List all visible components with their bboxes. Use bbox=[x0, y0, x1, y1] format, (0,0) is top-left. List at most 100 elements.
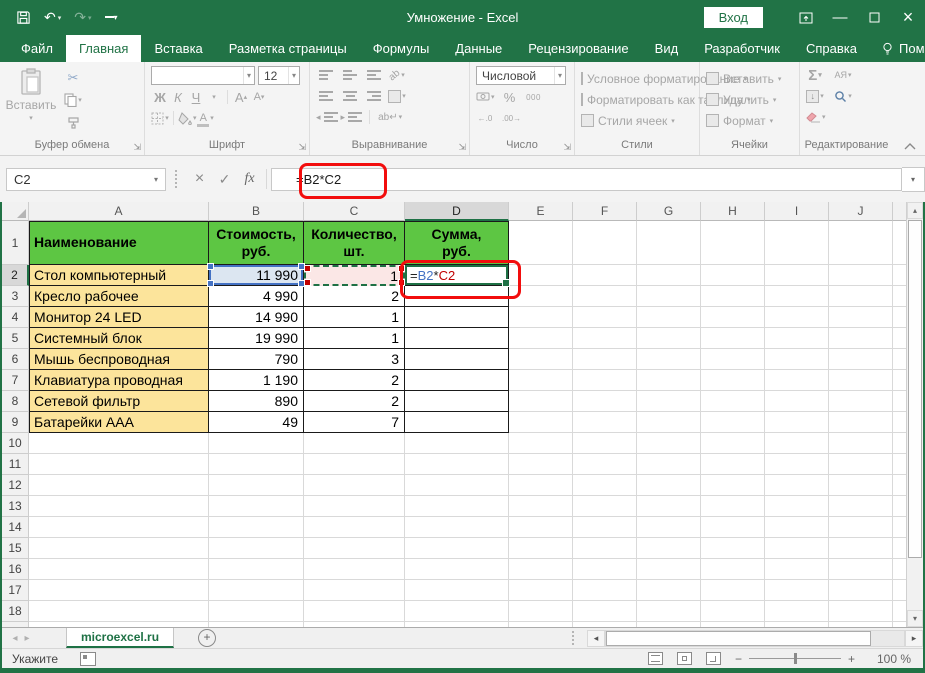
cell-D2[interactable]: =B2*C2 bbox=[405, 265, 509, 286]
cell-F4[interactable] bbox=[573, 307, 637, 328]
cell-I10[interactable] bbox=[765, 433, 829, 454]
fill-handle[interactable] bbox=[502, 279, 510, 287]
cell-G5[interactable] bbox=[637, 328, 701, 349]
cell-I18[interactable] bbox=[765, 601, 829, 622]
cancel-entry-button[interactable]: × bbox=[187, 168, 212, 191]
scroll-down-icon[interactable]: ▾ bbox=[907, 610, 923, 627]
cell-E2[interactable] bbox=[509, 265, 573, 286]
tell-me-button[interactable]: Помощн bbox=[870, 41, 925, 56]
cell-H17[interactable] bbox=[701, 580, 765, 601]
cell-E16[interactable] bbox=[509, 559, 573, 580]
cell-F15[interactable] bbox=[573, 538, 637, 559]
cell-F10[interactable] bbox=[573, 433, 637, 454]
cell-G18[interactable] bbox=[637, 601, 701, 622]
vertical-scroll-thumb[interactable] bbox=[908, 220, 922, 558]
row-header-17[interactable]: 17 bbox=[2, 580, 29, 601]
cell-J4[interactable] bbox=[829, 307, 893, 328]
cell-I17[interactable] bbox=[765, 580, 829, 601]
cell-E1[interactable] bbox=[509, 221, 573, 265]
font-name-combo[interactable]: ▾ bbox=[151, 66, 255, 85]
cell-E4[interactable] bbox=[509, 307, 573, 328]
cell-H14[interactable] bbox=[701, 517, 765, 538]
expand-formula-bar-icon[interactable]: ▾ bbox=[902, 167, 925, 192]
cell-I16[interactable] bbox=[765, 559, 829, 580]
cell-H5[interactable] bbox=[701, 328, 765, 349]
cell-I6[interactable] bbox=[765, 349, 829, 370]
column-header-D[interactable]: D bbox=[405, 202, 509, 221]
font-size-combo[interactable]: 12▾ bbox=[258, 66, 300, 85]
cell-J9[interactable] bbox=[829, 412, 893, 433]
cell-C11[interactable] bbox=[304, 454, 405, 475]
cell-E9[interactable] bbox=[509, 412, 573, 433]
comma-style-button[interactable]: 000 bbox=[525, 88, 543, 106]
cell-C4[interactable]: 1 bbox=[304, 307, 405, 328]
row-header-19[interactable]: 19 bbox=[2, 622, 29, 627]
copy-icon[interactable]: ▾ bbox=[64, 91, 82, 109]
cell-B10[interactable] bbox=[209, 433, 304, 454]
cell-D17[interactable] bbox=[405, 580, 509, 601]
row-header-5[interactable]: 5 bbox=[2, 328, 29, 349]
cell-E13[interactable] bbox=[509, 496, 573, 517]
cell-B15[interactable] bbox=[209, 538, 304, 559]
percent-style-button[interactable]: % bbox=[501, 88, 519, 106]
cell-G17[interactable] bbox=[637, 580, 701, 601]
cell-F7[interactable] bbox=[573, 370, 637, 391]
cell-D5[interactable] bbox=[405, 328, 509, 349]
cell-D8[interactable] bbox=[405, 391, 509, 412]
font-dialog-launcher[interactable]: ⇲ bbox=[298, 142, 306, 153]
cell-F9[interactable] bbox=[573, 412, 637, 433]
minimize-button[interactable]: — bbox=[823, 0, 857, 35]
decrease-indent-icon[interactable]: ◂ bbox=[316, 108, 337, 126]
align-middle-icon[interactable] bbox=[343, 70, 357, 80]
cell-I19[interactable] bbox=[765, 622, 829, 627]
paste-button[interactable]: Вставить ▾ bbox=[6, 66, 56, 139]
tab-page-layout[interactable]: Разметка страницы bbox=[216, 35, 360, 62]
tab-review[interactable]: Рецензирование bbox=[515, 35, 641, 62]
cell-G15[interactable] bbox=[637, 538, 701, 559]
underline-dropdown[interactable]: ▾ bbox=[205, 88, 223, 106]
cell-H12[interactable] bbox=[701, 475, 765, 496]
name-box-dropdown-icon[interactable]: ▾ bbox=[147, 175, 165, 184]
tab-developer[interactable]: Разработчик bbox=[691, 35, 793, 62]
tab-home[interactable]: Главная bbox=[66, 35, 141, 62]
cell-A12[interactable] bbox=[29, 475, 209, 496]
cell-D18[interactable] bbox=[405, 601, 509, 622]
cell-G8[interactable] bbox=[637, 391, 701, 412]
autosum-button[interactable]: Σ▾ bbox=[806, 66, 824, 84]
customize-qat-button[interactable]: ▾ bbox=[105, 13, 118, 22]
cut-icon[interactable]: ✂ bbox=[64, 69, 82, 87]
cell-B14[interactable] bbox=[209, 517, 304, 538]
cell-H1[interactable] bbox=[701, 221, 765, 265]
bold-button[interactable]: Ж bbox=[151, 88, 169, 106]
fill-color-icon[interactable]: ▾ bbox=[178, 109, 197, 127]
column-header-A[interactable]: A bbox=[29, 202, 209, 221]
formula-input[interactable]: =B2*C2 bbox=[271, 168, 902, 191]
fill-down-icon[interactable]: ↓▾ bbox=[806, 87, 824, 105]
cell-B13[interactable] bbox=[209, 496, 304, 517]
column-header-B[interactable]: B bbox=[209, 202, 304, 221]
cell-J19[interactable] bbox=[829, 622, 893, 627]
cell-J17[interactable] bbox=[829, 580, 893, 601]
cell-B1[interactable]: Стоимость, руб. bbox=[209, 221, 304, 265]
ribbon-display-options-icon[interactable] bbox=[789, 0, 823, 35]
orientation-icon[interactable]: ab▾ bbox=[388, 66, 406, 84]
cell-D4[interactable] bbox=[405, 307, 509, 328]
hscroll-left-icon[interactable]: ◂ bbox=[587, 630, 605, 647]
sheet-tab-active[interactable]: microexcel.ru bbox=[66, 628, 174, 648]
cell-D11[interactable] bbox=[405, 454, 509, 475]
cell-D14[interactable] bbox=[405, 517, 509, 538]
decrease-decimal-icon[interactable]: .00→ bbox=[502, 109, 521, 127]
cell-C16[interactable] bbox=[304, 559, 405, 580]
row-header-4[interactable]: 4 bbox=[2, 307, 29, 328]
cell-J2[interactable] bbox=[829, 265, 893, 286]
cell-E8[interactable] bbox=[509, 391, 573, 412]
cell-A2[interactable]: Стол компьютерный bbox=[29, 265, 209, 286]
cell-C9[interactable]: 7 bbox=[304, 412, 405, 433]
cell-H16[interactable] bbox=[701, 559, 765, 580]
cell-J12[interactable] bbox=[829, 475, 893, 496]
number-format-combo[interactable]: Числовой▾ bbox=[476, 66, 566, 85]
row-header-12[interactable]: 12 bbox=[2, 475, 29, 496]
cell-I9[interactable] bbox=[765, 412, 829, 433]
row-header-2[interactable]: 2 bbox=[2, 265, 29, 286]
cell-F11[interactable] bbox=[573, 454, 637, 475]
